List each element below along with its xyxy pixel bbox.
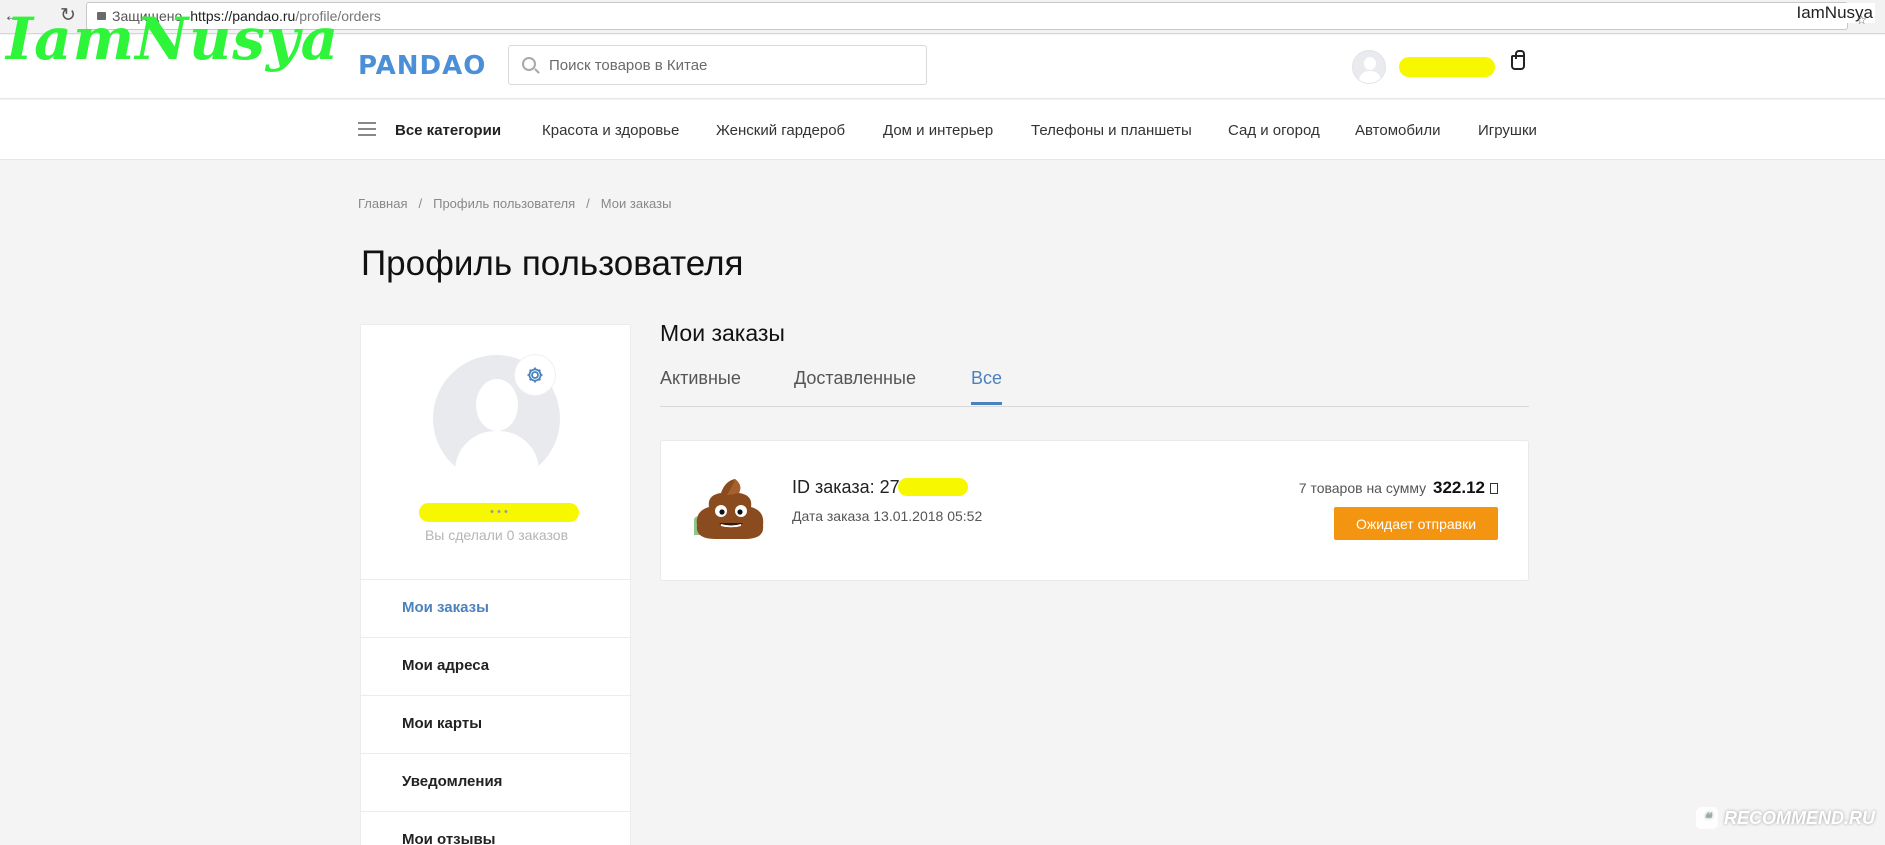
breadcrumb-profile[interactable]: Профиль пользователя — [433, 196, 575, 211]
sidebar-item-notifications[interactable]: Уведомления — [361, 753, 632, 811]
nav-women-wardrobe[interactable]: Женский гардероб — [716, 122, 845, 139]
bookmark-star-icon[interactable]: ☆ — [1856, 13, 1867, 27]
tab-all[interactable]: Все — [971, 368, 1003, 405]
nav-beauty-health[interactable]: Красота и здоровье — [542, 122, 679, 139]
sidebar-item-my-reviews[interactable]: Мои отзывы — [361, 811, 632, 845]
breadcrumb-home[interactable]: Главная — [358, 196, 407, 211]
order-card[interactable]: ID заказа: 27 Дата заказа 13.01.2018 05:… — [660, 440, 1529, 581]
nav-garden[interactable]: Сад и огород — [1228, 122, 1320, 139]
settings-gear-icon[interactable] — [515, 355, 555, 395]
shopping-bag-icon[interactable] — [1511, 50, 1525, 70]
nav-home-interior[interactable]: Дом и интерьер — [883, 122, 993, 139]
recommend-watermark: ❝ RECOMMEND.RU — [1696, 807, 1875, 829]
search-box[interactable] — [508, 45, 927, 85]
nav-all-categories[interactable]: Все категории — [395, 122, 501, 139]
nav-cars[interactable]: Автомобили — [1355, 122, 1440, 139]
breadcrumb-separator: / — [586, 196, 590, 211]
tab-active[interactable]: Активные — [660, 368, 741, 402]
nav-phones-tablets[interactable]: Телефоны и планшеты — [1031, 122, 1192, 139]
orders-tabs: Активные Доставленные Все — [660, 366, 1529, 407]
currency-icon — [1490, 483, 1498, 494]
sidebar-menu: Мои заказы Мои адреса Мои карты Уведомле… — [361, 579, 632, 845]
orders-heading: Мои заказы — [660, 320, 785, 346]
tab-delivered[interactable]: Доставленные — [794, 368, 916, 402]
redacted-order-id — [897, 478, 968, 496]
redacted-username[interactable] — [1399, 57, 1495, 77]
order-total-value: 322.12 — [1433, 478, 1485, 497]
menu-hamburger-icon[interactable] — [358, 122, 376, 136]
breadcrumb-separator: / — [418, 196, 423, 211]
sidebar-item-my-cards[interactable]: Мои карты — [361, 695, 632, 753]
order-total: 7 товаров на сумму 322.12 — [1299, 478, 1498, 498]
order-id: ID заказа: 27 — [792, 477, 968, 498]
sidebar-item-my-addresses[interactable]: Мои адреса — [361, 637, 632, 695]
user-avatar[interactable] — [1352, 50, 1386, 84]
recommend-logo-icon: ❝ — [1696, 807, 1718, 829]
site-logo[interactable]: PANDAO — [358, 51, 486, 81]
order-total-label: 7 товаров на сумму — [1298, 480, 1427, 496]
nav-toys[interactable]: Игрушки — [1478, 122, 1537, 139]
order-status-button[interactable]: Ожидает отправки — [1334, 507, 1498, 540]
product-thumbnail[interactable] — [691, 475, 771, 547]
recommend-watermark-text: RECOMMEND.RU — [1724, 807, 1875, 828]
order-date: Дата заказа 13.01.2018 05:52 — [792, 508, 983, 524]
address-bar[interactable]: Защищено https://pandao.ru/profile/orders — [86, 2, 1848, 30]
search-icon — [522, 57, 536, 71]
profile-sidebar: • • • Вы сделали 0 заказов Мои заказы Мо… — [360, 324, 632, 845]
breadcrumb: Главная / Профиль пользователя / Мои заказы — [358, 196, 671, 211]
search-input[interactable] — [549, 46, 919, 84]
orders-count-text: Вы сделали 0 заказов — [424, 527, 569, 543]
sidebar-item-my-orders[interactable]: Мои заказы — [361, 579, 632, 637]
page-title: Профиль пользователя — [361, 244, 744, 283]
redacted-profile-name: • • • — [419, 503, 579, 522]
breadcrumb-current: Мои заказы — [600, 196, 672, 211]
category-nav: Все категории Красота и здоровье Женский… — [0, 100, 1885, 160]
watermark-text: IamNusya — [6, 5, 340, 73]
order-id-label: ID заказа: 27 — [792, 477, 900, 497]
